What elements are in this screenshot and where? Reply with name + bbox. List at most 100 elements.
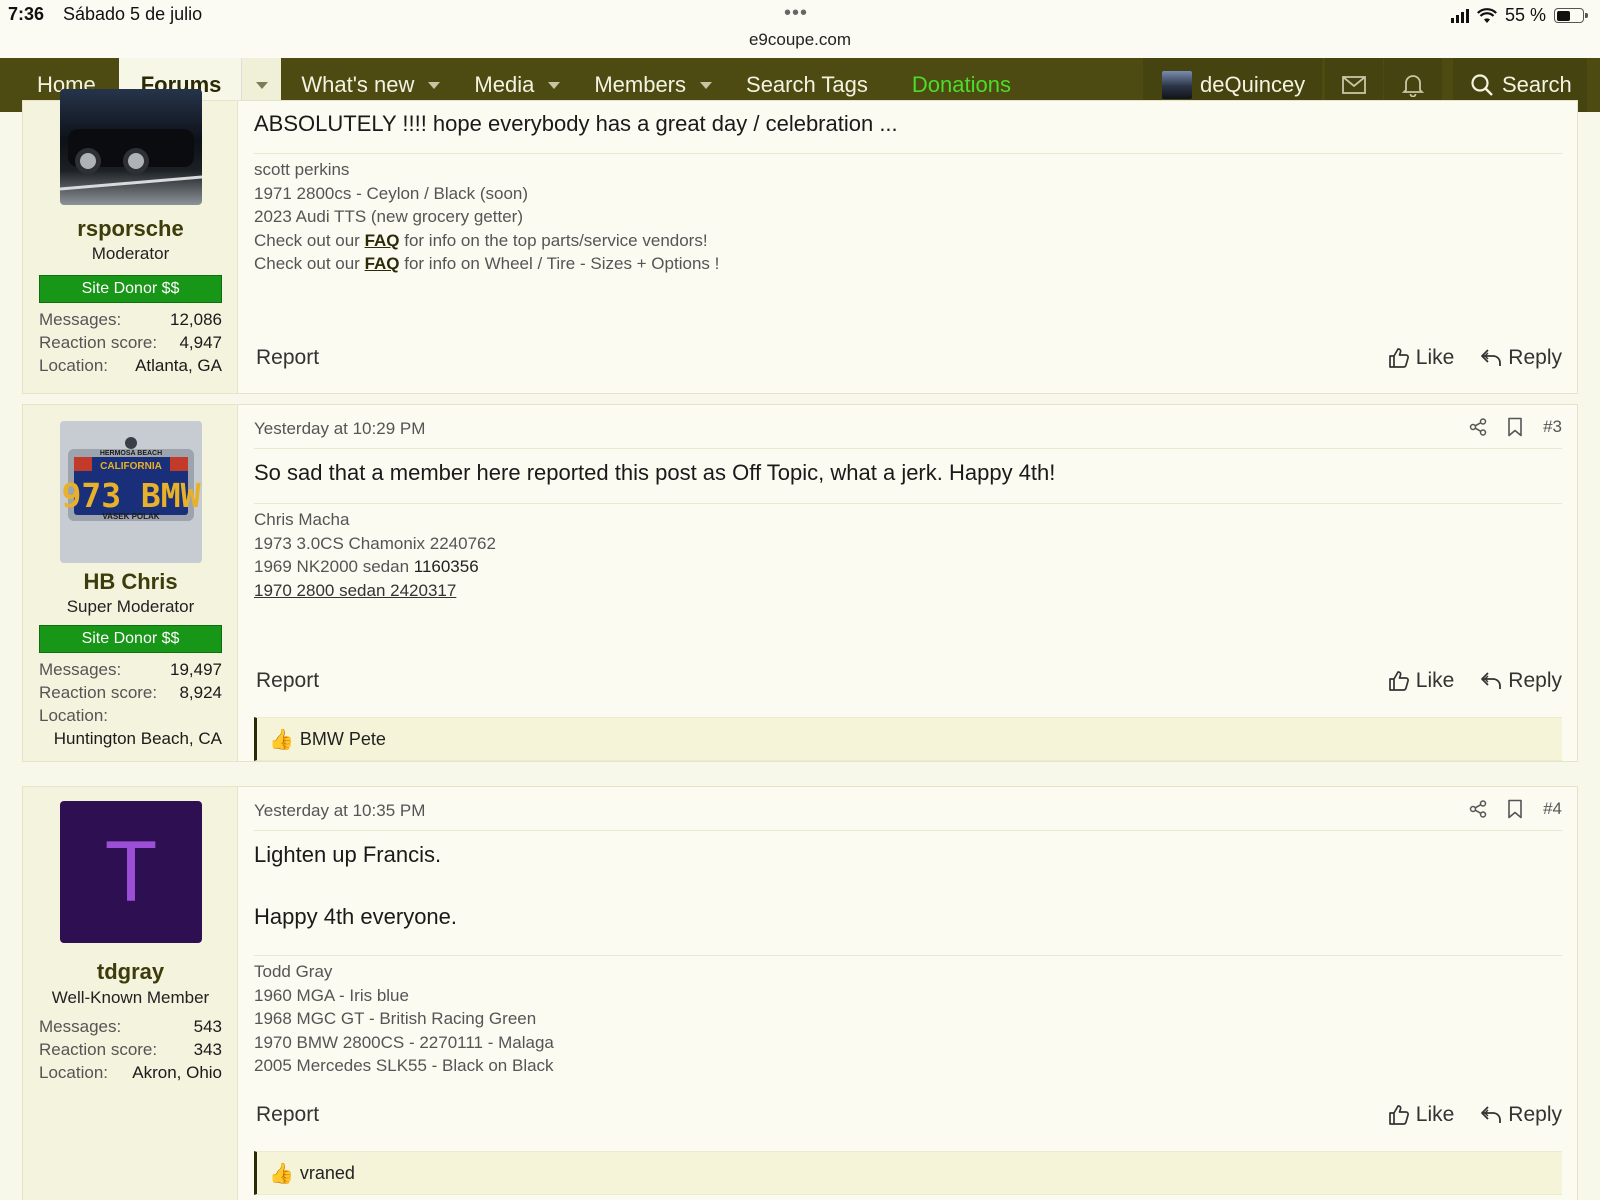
sig-line: 1968 MGC GT - British Racing Green [254,1009,537,1028]
stat-location: Location: [39,706,108,725]
thumbs-up-icon [1388,671,1409,691]
reply-button[interactable]: Reply [1480,669,1562,693]
battery-icon [1554,8,1588,23]
user-title: Moderator [91,244,170,263]
stat-messages: Messages: 543 [39,1017,222,1036]
stat-reaction-score: Reaction score: 8,924 [39,683,222,702]
avatar[interactable] [60,89,202,205]
thumbs-up-icon [1388,348,1409,368]
sig-line: 2005 Mercedes SLK55 - Black on Black [254,1056,554,1075]
signature: Chris Macha 1973 3.0CS Chamonix 2240762 … [254,508,496,602]
plate-state-text: CALIFORNIA [100,461,162,472]
post: HERMOSA BEACH CALIFORNIA 973 BMW VASEK P… [22,404,1578,762]
reactions-list[interactable]: vraned [300,1163,355,1184]
plate-number-text: 973 BMW [61,476,200,515]
post-actions: Report Like Reply [254,346,1562,376]
post-username[interactable]: rsporsche [23,216,238,242]
status-date: Sábado 5 de julio [63,4,203,24]
sig-line: Todd Gray [254,962,333,981]
report-button[interactable]: Report [256,1103,319,1127]
post-timestamp[interactable]: Yesterday at 10:29 PM [254,419,425,439]
post-user-info: HERMOSA BEACH CALIFORNIA 973 BMW VASEK P… [23,405,238,761]
nav-search-label: Search [1502,72,1572,97]
post-message: So sad that a member here reported this … [254,460,1056,485]
signature-divider [254,503,1562,504]
stat-location: Location: Atlanta, GA [39,356,222,375]
post-message: ABSOLUTELY !!!! hope everybody has a gre… [254,111,898,136]
message-line: Lighten up Francis. [254,842,442,867]
post-message: Lighten up Francis. Happy 4th everyone. [254,839,1562,932]
sig-line: Check out our FAQ for info on Wheel / Ti… [254,254,720,273]
post-timestamp[interactable]: Yesterday at 10:35 PM [254,801,425,821]
like-button[interactable]: Like [1388,669,1454,693]
sig-line: 1973 3.0CS Chamonix 2240762 [254,533,496,553]
share-icon[interactable] [1469,800,1487,818]
reactions-list[interactable]: BMW Pete [300,729,386,750]
signature: scott perkins 1971 2800cs - Ceylon / Bla… [254,158,719,276]
post: T tdgray Well-Known Member Messages: 543 … [22,786,1578,1200]
sig-line: 1969 NK2000 sedan 1160356 [254,557,479,576]
post-user-info: rsporsche Moderator Site Donor $$ Messag… [23,89,238,393]
thumbs-up-reaction-icon: 👍 [269,728,294,751]
user-title: Well-Known Member [51,988,210,1007]
report-button[interactable]: Report [256,669,319,693]
sig-line: Check out our FAQ for info on the top pa… [254,230,708,250]
thumbs-up-reaction-icon: 👍 [269,1162,294,1185]
post-number[interactable]: #3 [1543,417,1562,437]
bookmark-icon[interactable] [1507,417,1523,437]
reactions-bar[interactable]: 👍 BMW Pete [254,717,1562,761]
stat-messages: Messages: 19,497 [39,660,222,679]
signature-divider [254,153,1562,154]
stat-reaction-score: Reaction score: 343 [39,1040,222,1059]
faq-link[interactable]: FAQ [365,231,400,250]
wifi-icon [1476,7,1497,23]
post-body: ABSOLUTELY !!!! hope everybody has a gre… [254,101,1562,393]
post-meta: Yesterday at 10:35 PM #4 [254,787,1562,831]
more-dots-icon[interactable]: ••• [784,2,808,25]
avatar[interactable]: HERMOSA BEACH CALIFORNIA 973 BMW VASEK P… [60,421,202,563]
signal-icon [1450,8,1469,23]
user-avatar [1162,71,1192,99]
stat-location-value: Huntington Beach, CA [53,729,222,748]
avatar[interactable]: T [60,801,202,943]
share-icon[interactable] [1469,418,1487,436]
report-button[interactable]: Report [256,346,319,370]
status-time: 7:36 [8,4,45,24]
post-body: Yesterday at 10:29 PM #3 So sad that a m… [254,405,1562,761]
signature: Todd Gray 1960 MGA - Iris blue 1968 MGC … [254,960,554,1078]
reply-icon [1481,1106,1502,1123]
signature-divider [254,955,1562,956]
stat-location: Location: Akron, Ohio [39,1063,222,1082]
status-bar: 7:36 Sábado 5 de julio ••• e9coupe.com 5… [0,0,1600,58]
sig-line: 1960 MGA - Iris blue [254,985,409,1005]
message-line: Happy 4th everyone. [254,904,458,929]
sig-line: Chris Macha [254,510,350,529]
reply-button[interactable]: Reply [1480,346,1562,370]
post-meta: Yesterday at 10:29 PM #3 [254,405,1562,449]
avatar-letter: T [104,823,158,920]
sig-line: scott perkins [254,160,350,179]
donor-badge: Site Donor $$ [39,625,222,653]
post: rsporsche Moderator Site Donor $$ Messag… [22,89,1578,394]
bookmark-icon[interactable] [1507,799,1523,819]
stat-messages: Messages: 12,086 [39,310,222,329]
post-number[interactable]: #4 [1543,799,1562,819]
like-button[interactable]: Like [1388,346,1454,370]
sig-line: 2023 Audi TTS (new grocery getter) [254,207,523,226]
reply-icon [1481,349,1502,366]
sig-link[interactable]: 1970 2800 sedan 2420317 [254,579,496,603]
search-icon [1471,74,1493,96]
page-url[interactable]: e9coupe.com [0,30,1600,50]
post-username[interactable]: HB Chris [23,569,238,595]
post-username[interactable]: tdgray [23,959,238,985]
account-username: deQuincey [1200,72,1306,97]
stat-reaction-score: Reaction score: 4,947 [39,333,222,352]
post-actions: Report Like Reply [254,1103,1562,1133]
plate-top-text: HERMOSA BEACH [100,450,162,457]
reactions-bar[interactable]: 👍 vraned [254,1151,1562,1195]
post-body: Yesterday at 10:35 PM #4 Lighten up Fran… [254,787,1562,1200]
reply-button[interactable]: Reply [1480,1103,1562,1127]
sig-line: 1970 BMW 2800CS - 2270111 - Malaga [254,1032,554,1052]
like-button[interactable]: Like [1388,1103,1454,1127]
faq-link[interactable]: FAQ [365,254,400,273]
